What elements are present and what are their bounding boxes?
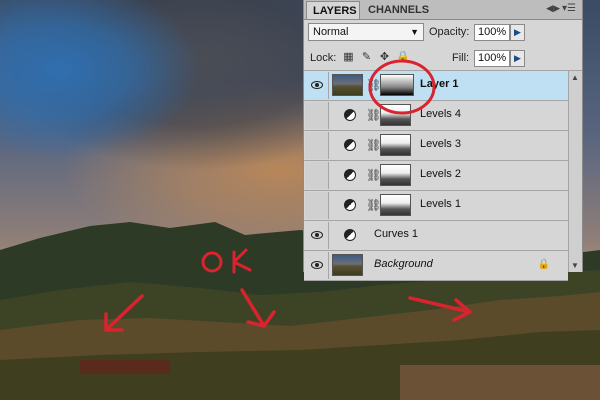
red-annotations: OK [104, 59, 472, 332]
arrow-left [104, 294, 144, 332]
annotation-letter-k [232, 248, 252, 274]
arrow-middle [240, 288, 276, 328]
arrow-right [408, 296, 472, 322]
mask-highlight-circle [368, 59, 436, 115]
annotation-letter-o [201, 251, 223, 273]
